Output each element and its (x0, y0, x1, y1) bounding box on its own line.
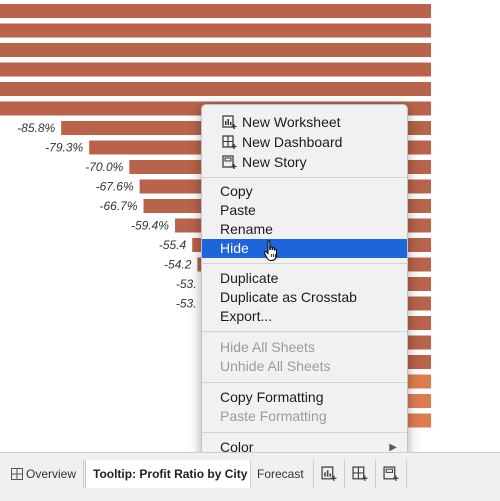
menu-item-label: Duplicate (220, 270, 279, 286)
menu-separator (202, 263, 407, 264)
tab-overview[interactable]: Overview (4, 460, 84, 488)
menu-separator (202, 382, 407, 383)
new-story-icon (222, 155, 237, 169)
bar (0, 23, 432, 38)
context-menu: New Worksheet New Dashboard New Story Co… (201, 104, 408, 462)
new-story-tab-button[interactable] (376, 460, 407, 488)
menu-separator (202, 177, 407, 178)
menu-item-copy-formatting[interactable]: Copy Formatting (202, 388, 407, 407)
bar-value-label: -53. (176, 297, 197, 311)
menu-item-label: Rename (220, 221, 273, 237)
menu-item-paste-formatting: Paste Formatting (202, 407, 407, 426)
menu-item-new-worksheet[interactable]: New Worksheet (202, 113, 407, 132)
hand-pointer-cursor-icon (263, 240, 277, 261)
menu-item-label: Paste (220, 202, 256, 218)
menu-item-label: New Story (242, 154, 307, 170)
bar-value-label: -59.4% (131, 219, 169, 233)
menu-item-label: Duplicate as Crosstab (220, 289, 357, 305)
menu-item-new-story[interactable]: New Story (202, 153, 407, 172)
menu-item-export[interactable]: Export... (202, 307, 407, 326)
bar (0, 43, 432, 57)
new-worksheet-icon (321, 466, 337, 481)
bar-value-label: -70.0% (85, 160, 123, 174)
bar-value-label: -55.4 (159, 238, 187, 252)
new-story-icon (383, 466, 399, 481)
menu-item-duplicate-as-crosstab[interactable]: Duplicate as Crosstab (202, 288, 407, 307)
menu-item-duplicate[interactable]: Duplicate (202, 269, 407, 288)
new-worksheet-tab-button[interactable] (314, 460, 345, 488)
new-dashboard-icon (222, 135, 237, 149)
menu-item-label: New Worksheet (242, 114, 341, 130)
bar (0, 62, 432, 77)
menu-item-unhide-all-sheets: Unhide All Sheets (202, 357, 407, 376)
menu-item-paste[interactable]: Paste (202, 201, 407, 220)
bar-value-label: -53. (176, 277, 197, 291)
bar-value-label: -67.6% (96, 180, 134, 194)
tab-label: Forecast (257, 467, 304, 481)
tab-tooltip-profit-ratio-by-city[interactable]: Tooltip: Profit Ratio by City (85, 460, 251, 488)
dashboard-icon (11, 468, 23, 480)
new-worksheet-icon (222, 115, 237, 129)
bar-value-label: -85.8% (17, 121, 55, 135)
menu-item-hide-all-sheets: Hide All Sheets (202, 338, 407, 357)
menu-item-new-dashboard[interactable]: New Dashboard (202, 133, 407, 152)
new-dashboard-tab-button[interactable] (345, 460, 376, 488)
menu-item-label: Paste Formatting (220, 408, 327, 424)
menu-separator (202, 331, 407, 332)
menu-item-label: Hide (220, 240, 249, 256)
menu-item-hide[interactable]: Hide (202, 239, 407, 258)
menu-item-copy[interactable]: Copy (202, 182, 407, 201)
menu-item-label: Export... (220, 308, 273, 324)
menu-item-rename[interactable]: Rename (202, 220, 407, 239)
bar-value-label: -66.7% (99, 199, 137, 213)
menu-separator (202, 432, 407, 433)
tab-forecast[interactable]: Forecast (251, 460, 314, 488)
tab-label: Tooltip: Profit Ratio by City (93, 467, 248, 481)
bar-value-label: -79.3% (45, 141, 83, 155)
bar (0, 4, 432, 18)
bar (0, 82, 432, 96)
sheet-tab-bar: Overview Tooltip: Profit Ratio by City F… (0, 452, 500, 501)
menu-item-label: Copy Formatting (220, 389, 324, 405)
menu-item-label: Hide All Sheets (220, 339, 315, 355)
menu-item-label: Copy (220, 183, 253, 199)
bar-value-label: -54.2 (164, 258, 192, 272)
menu-item-label: Unhide All Sheets (220, 358, 331, 374)
menu-item-label: New Dashboard (242, 134, 343, 150)
new-dashboard-icon (352, 466, 368, 481)
tab-label: Overview (26, 467, 77, 481)
